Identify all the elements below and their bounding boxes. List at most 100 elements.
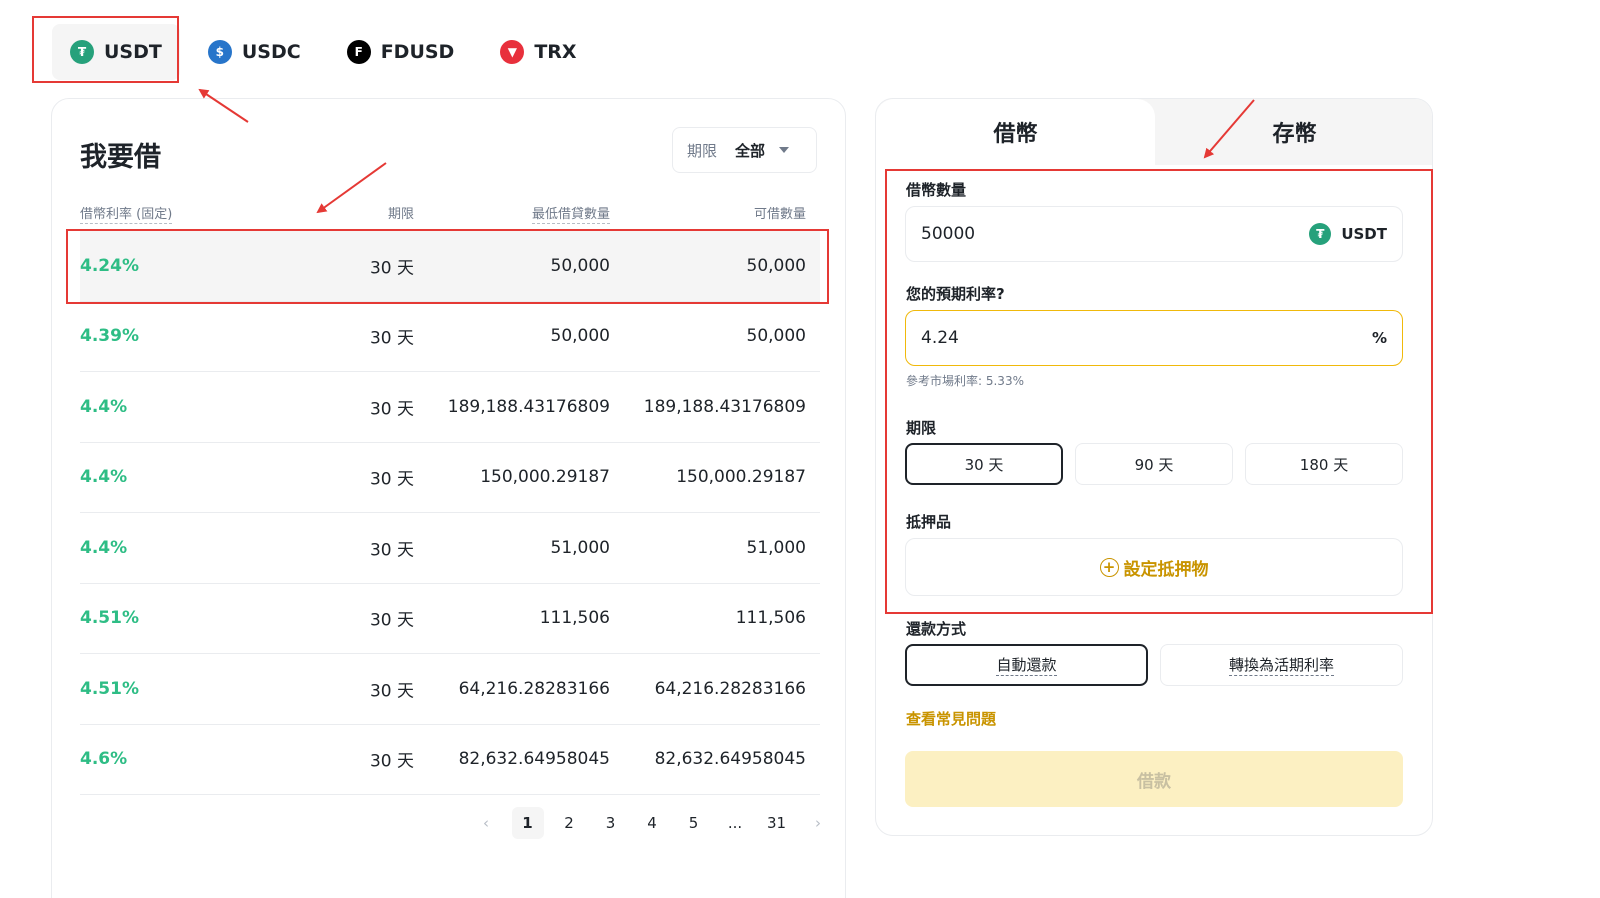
header-rate: 借幣利率 (固定) (80, 203, 173, 224)
header-term: 期限 (387, 207, 414, 222)
row-avail: 111,506 (735, 608, 806, 629)
amount-value: 50000 (921, 224, 976, 244)
amount-unit-label: USDT (1341, 225, 1387, 243)
tether-icon: ₮ (1309, 223, 1332, 245)
row-rate: 4.51% (80, 678, 139, 699)
row-min: 64,216.28283166 (458, 678, 610, 699)
row-avail: 50,000 (746, 255, 806, 276)
row-min: 189,188.43176809 (447, 396, 610, 417)
filter-value: 全部 (735, 141, 766, 160)
rate-value: 4.24 (921, 328, 959, 348)
row-term: 30 天 (369, 610, 414, 631)
rate-unit: % (1371, 329, 1387, 347)
table-header: 借幣利率 (固定) 期限 最低借貸數量 可借數量 (80, 203, 820, 227)
coin-tab-usdt[interactable]: ₮ USDT (52, 24, 180, 80)
table-row[interactable]: 4.51% 30 天 111,506 111,506 (80, 584, 820, 654)
fdusd-icon: F (346, 40, 371, 64)
table-row[interactable]: 4.51% 30 天 64,216.28283166 64,216.282831… (80, 654, 820, 725)
coin-tab-fdusd[interactable]: F FDUSD (329, 24, 473, 80)
row-rate: 4.39% (80, 326, 139, 347)
offers-table: 4.24% 30 天 50,000 50,000 4.39% 30 天 50,0… (80, 231, 820, 795)
row-min: 50,000 (550, 255, 610, 276)
row-avail: 50,000 (746, 326, 806, 347)
borrow-offers-panel: 我要借 期限 全部 借幣利率 (固定) 期限 最低借貸數量 可借數量 4.24%… (51, 98, 846, 898)
coin-tabs: ₮ USDT $ USDC F FDUSD ▼ TRX (52, 24, 605, 80)
repay-convert-button[interactable]: 轉換為活期利率 (1160, 644, 1403, 686)
row-rate: 4.4% (80, 396, 128, 417)
rate-label: 您的預期利率? (906, 285, 1005, 303)
coin-tab-label: USDC (241, 41, 301, 63)
form-tabs: 借幣 存幣 (876, 99, 1432, 165)
row-term: 30 天 (369, 751, 414, 772)
row-term: 30 天 (369, 540, 414, 561)
row-rate: 4.4% (80, 467, 128, 488)
repay-auto-label: 自動還款 (996, 656, 1057, 676)
collateral-label: 抵押品 (906, 513, 952, 531)
coin-tab-label: USDT (104, 41, 162, 63)
term-option-180[interactable]: 180 天 (1245, 443, 1403, 485)
set-collateral-label: 設定抵押物 (1123, 559, 1209, 580)
page-1[interactable]: 1 (511, 807, 544, 839)
table-row[interactable]: 4.4% 30 天 51,000 51,000 (80, 513, 820, 584)
amount-unit: ₮ USDT (1309, 223, 1387, 245)
usdc-icon: $ (207, 40, 232, 64)
rate-input[interactable]: 4.24 % (905, 310, 1403, 366)
row-term: 30 天 (369, 399, 414, 420)
coin-tab-label: FDUSD (380, 41, 455, 63)
row-min: 150,000.29187 (480, 467, 610, 488)
row-term: 30 天 (369, 258, 414, 279)
row-term: 30 天 (369, 469, 414, 490)
borrow-form-panel: 借幣 存幣 借幣數量 50000 ₮ USDT 您的預期利率? 4.24 % 參… (875, 98, 1433, 836)
term-options: 30 天 90 天 180 天 (905, 443, 1403, 485)
table-row[interactable]: 4.4% 30 天 150,000.29187 150,000.29187 (80, 443, 820, 513)
header-avail: 可借數量 (753, 207, 806, 222)
header-min: 最低借貸數量 (531, 203, 610, 224)
chevron-down-icon (779, 147, 790, 153)
repay-auto-button[interactable]: 自動還款 (905, 644, 1148, 686)
filter-label: 期限 (687, 141, 718, 160)
page-ellipsis[interactable]: ... (719, 807, 751, 839)
amount-input[interactable]: 50000 ₮ USDT (905, 206, 1403, 262)
row-avail: 51,000 (746, 537, 806, 558)
row-rate: 4.24% (80, 255, 139, 276)
borrow-submit-button[interactable]: 借款 (905, 751, 1403, 807)
amount-label: 借幣數量 (906, 181, 967, 199)
row-rate: 4.4% (80, 537, 128, 558)
row-min: 50,000 (550, 326, 610, 347)
period-filter-dropdown[interactable]: 期限 全部 (672, 127, 817, 173)
page-31[interactable]: 31 (761, 807, 793, 839)
row-avail: 64,216.28283166 (654, 678, 806, 699)
table-row[interactable]: 4.24% 30 天 50,000 50,000 (80, 231, 820, 302)
faq-link[interactable]: 查看常見問題 (906, 708, 996, 729)
tab-borrow[interactable]: 借幣 (876, 99, 1155, 165)
set-collateral-button[interactable]: + 設定抵押物 (905, 538, 1403, 596)
page-4[interactable]: 4 (636, 807, 668, 839)
row-min: 82,632.64958045 (458, 749, 610, 770)
page-5[interactable]: 5 (678, 807, 710, 839)
coin-tab-usdc[interactable]: $ USDC (190, 24, 319, 80)
page-2[interactable]: 2 (553, 807, 585, 839)
coin-tab-trx[interactable]: ▼ TRX (482, 24, 594, 80)
repay-convert-label: 轉換為活期利率 (1228, 656, 1334, 676)
repay-options: 自動還款 轉換為活期利率 (905, 644, 1403, 686)
page-3[interactable]: 3 (595, 807, 627, 839)
row-avail: 82,632.64958045 (654, 749, 806, 770)
row-term: 30 天 (369, 681, 414, 702)
term-option-90[interactable]: 90 天 (1075, 443, 1233, 485)
table-row[interactable]: 4.39% 30 天 50,000 50,000 (80, 302, 820, 372)
chevron-left-icon[interactable]: ‹ (470, 807, 502, 839)
pagination: ‹ 1 2 3 4 5 ... 31 › (470, 807, 844, 839)
market-rate-hint: 參考市場利率: 5.33% (906, 374, 1024, 388)
chevron-right-icon[interactable]: › (802, 807, 834, 839)
panel-title: 我要借 (80, 142, 161, 173)
tab-deposit[interactable]: 存幣 (1155, 99, 1432, 165)
coin-tab-label: TRX (534, 41, 577, 63)
table-row[interactable]: 4.6% 30 天 82,632.64958045 82,632.6495804… (80, 725, 820, 795)
table-row[interactable]: 4.4% 30 天 189,188.43176809 189,188.43176… (80, 372, 820, 443)
tether-icon: ₮ (70, 40, 94, 64)
row-avail: 189,188.43176809 (643, 396, 806, 417)
row-rate: 4.6% (80, 749, 128, 770)
term-option-30[interactable]: 30 天 (905, 443, 1063, 485)
row-avail: 150,000.29187 (676, 467, 806, 488)
plus-circle-icon: + (1099, 557, 1119, 577)
